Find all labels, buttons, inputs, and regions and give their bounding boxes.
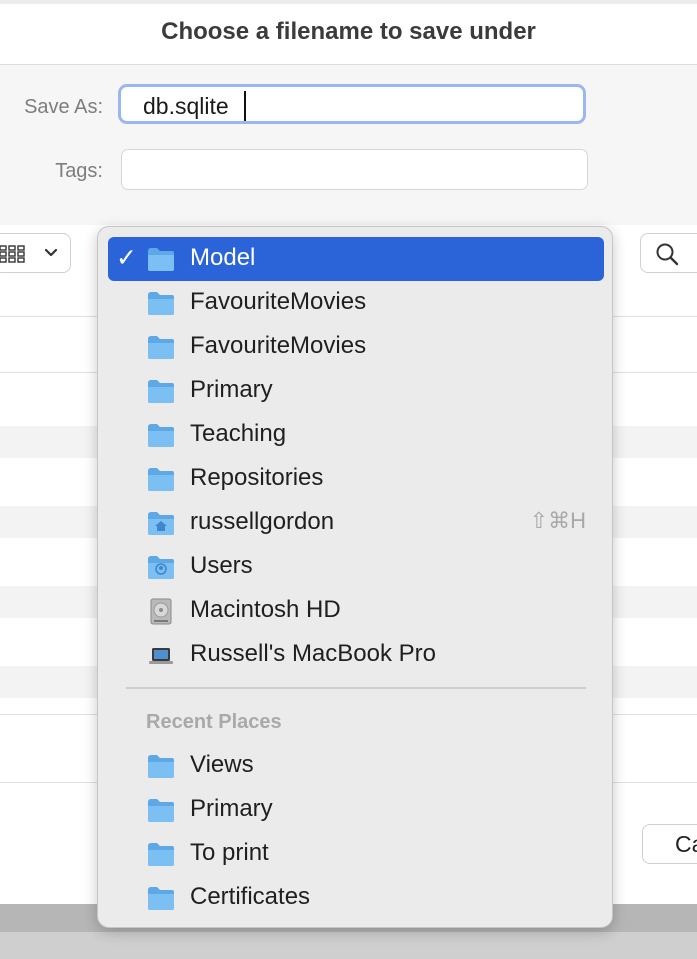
menu-item-teaching[interactable]: Teaching bbox=[108, 413, 604, 457]
search-icon bbox=[656, 243, 679, 266]
text-cursor bbox=[244, 91, 246, 121]
menu-item-primary[interactable]: Primary bbox=[108, 369, 604, 413]
menu-item-label: Russell's MacBook Pro bbox=[190, 640, 436, 667]
menu-item-label: FavouriteMovies bbox=[190, 332, 367, 359]
folder-icon bbox=[148, 887, 174, 910]
save-as-label: Save As: bbox=[24, 96, 103, 118]
recent-places-header: Recent Places bbox=[146, 711, 282, 733]
menu-item-users[interactable]: Users bbox=[108, 545, 604, 589]
save-as-value: db.sqlite bbox=[143, 93, 229, 119]
users-folder-icon bbox=[148, 556, 174, 579]
menu-item-recent-certificates[interactable]: Certificates bbox=[108, 876, 604, 920]
chevron-down-icon bbox=[44, 248, 58, 257]
laptop-icon bbox=[149, 648, 173, 664]
checkmark-icon: ✓ bbox=[116, 244, 137, 272]
menu-item-model[interactable]: ✓ Model bbox=[108, 237, 604, 281]
folder-icon bbox=[148, 468, 174, 491]
location-popup-menu: ✓ Model FavouriteMovies FavouriteMovies Prim… bbox=[97, 226, 613, 928]
menu-item-recent-to-print[interactable]: To print bbox=[108, 832, 604, 876]
folder-icon bbox=[148, 799, 174, 822]
tags-label: Tags: bbox=[55, 160, 103, 182]
menu-item-favouritemovies[interactable]: FavouriteMovies bbox=[108, 281, 604, 325]
menu-item-favouritemovies[interactable]: FavouriteMovies bbox=[108, 325, 604, 369]
icon-grid-icon bbox=[0, 245, 25, 263]
menu-item-label: Macintosh HD bbox=[190, 596, 341, 623]
menu-item-recent-views[interactable]: Views bbox=[108, 744, 604, 788]
menu-item-label: Primary bbox=[190, 376, 273, 403]
folder-icon bbox=[148, 424, 174, 447]
search-button[interactable] bbox=[640, 233, 697, 273]
menu-item-russellgordon[interactable]: russellgordon ⇧⌘H bbox=[108, 501, 604, 545]
folder-icon bbox=[148, 755, 174, 778]
menu-item-label: Model bbox=[190, 244, 256, 271]
cancel-label: Ca bbox=[675, 831, 697, 857]
menu-item-label: russellgordon bbox=[190, 508, 335, 535]
folder-icon bbox=[148, 248, 174, 271]
menu-item-label: Views bbox=[190, 751, 254, 778]
menu-item-label: Teaching bbox=[190, 420, 287, 447]
dialog-top-edge bbox=[0, 0, 697, 4]
menu-item-russell-s-macbook-pro[interactable]: Russell's MacBook Pro bbox=[108, 633, 604, 677]
view-mode-button[interactable] bbox=[0, 233, 71, 273]
folder-icon bbox=[148, 292, 174, 315]
menu-item-macintosh-hd[interactable]: Macintosh HD bbox=[108, 589, 604, 633]
keyboard-shortcut: ⇧⌘H bbox=[529, 508, 586, 533]
folder-icon bbox=[148, 336, 174, 359]
menu-item-label: Users bbox=[190, 552, 253, 579]
menu-item-label: Repositories bbox=[190, 464, 324, 491]
menu-separator bbox=[126, 687, 586, 689]
menu-item-repositories[interactable]: Repositories bbox=[108, 457, 604, 501]
menu-item-label: Primary bbox=[190, 795, 273, 822]
folder-icon bbox=[148, 380, 174, 403]
hard-drive-icon bbox=[150, 598, 172, 625]
tags-field[interactable] bbox=[121, 149, 588, 190]
dialog-title: Choose a filename to save under bbox=[161, 18, 536, 45]
menu-item-label: To print bbox=[190, 839, 269, 866]
menu-item-label: FavouriteMovies bbox=[190, 288, 367, 315]
cancel-button[interactable]: Ca bbox=[642, 824, 697, 864]
save-as-field[interactable]: db.sqlite bbox=[118, 84, 586, 124]
background bbox=[0, 932, 697, 959]
menu-item-recent-primary[interactable]: Primary bbox=[108, 788, 604, 832]
folder-icon bbox=[148, 843, 174, 866]
home-folder-icon bbox=[148, 512, 174, 535]
menu-item-label: Certificates bbox=[190, 883, 311, 910]
